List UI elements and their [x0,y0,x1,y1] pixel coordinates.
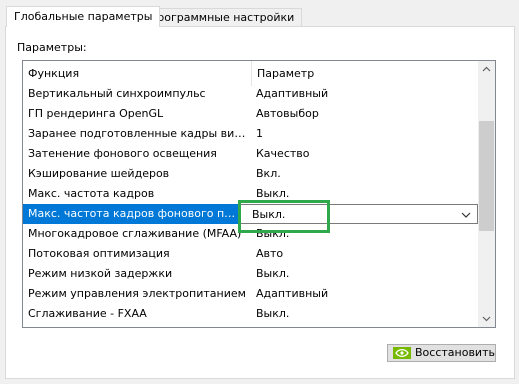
scroll-down-arrow-icon[interactable] [478,310,495,327]
row-value-label: Адаптивный [256,287,329,300]
table-row[interactable]: Режим низкой задержки Выкл. [23,264,479,284]
column-header-setting[interactable]: Параметр [251,61,479,86]
table-row[interactable]: Сглаживание - FXAA Выкл. [23,304,479,324]
row-feature-label: Многокадровое сглаживание (MFAA) [28,227,242,240]
row-feature-label: Режим низкой задержки [28,267,173,280]
tab-global-settings[interactable]: Глобальные параметры [6,6,161,27]
row-feature-label: Потоковая оптимизация [28,247,170,260]
row-value-label: Автовыбор [256,107,319,120]
column-header-feature[interactable]: Функция [23,61,251,86]
row-feature-label: Кэширование шейдеров [28,167,170,180]
row-feature-label: ГП рендеринга OpenGL [28,107,164,120]
row-feature-label: Режим управления электропитанием [28,287,246,300]
vertical-scrollbar[interactable] [478,61,495,327]
row-feature-label: Макс. частота кадров фонового прило… [23,204,238,224]
table-header: Функция Параметр [23,61,479,86]
scrollbar-thumb[interactable] [479,121,494,231]
row-value-label: Вкл. [256,167,281,180]
highlight-box [238,200,330,233]
row-value-label: Выкл. [256,307,290,320]
nvidia-logo-icon [393,347,411,359]
section-label: Параметры: [17,41,87,54]
row-feature-label: Макс. частота кадров [28,187,155,200]
table-row[interactable]: Затенение фонового освещения Качество [23,144,479,164]
table-row[interactable]: Сглаживание - гамма-коррекция Вкл. [23,324,479,327]
row-feature-label: Затенение фонового освещения [28,147,217,160]
tab-program-settings[interactable]: Программные настройки [141,8,303,27]
row-value-label: Адаптивный [256,87,329,100]
row-value-label: Выкл. [256,267,290,280]
row-feature-label: Вертикальный синхроимпульс [28,87,206,100]
table-row[interactable]: Заранее подготовленные кадры вирту… 1 [23,124,479,144]
row-value-label: Качество [256,147,310,160]
table-row[interactable]: Потоковая оптимизация Авто [23,244,479,264]
table-row[interactable]: ГП рендеринга OpenGL Автовыбор [23,104,479,124]
restore-button-label: Восстановить [415,346,495,359]
settings-table: Функция Параметр Вертикальный синхроимпу… [22,60,496,328]
row-feature-label: Сглаживание - FXAA [28,307,147,320]
row-value-label: 1 [256,127,263,140]
tab-strip: Глобальные параметры Программные настрой… [0,0,519,27]
table-row[interactable]: Вертикальный синхроимпульс Адаптивный [23,84,479,104]
chevron-down-icon[interactable] [461,205,471,225]
row-feature-label: Заранее подготовленные кадры вирту… [28,127,246,140]
row-feature-label: Сглаживание - гамма-коррекция [28,324,246,327]
restore-button[interactable]: Восстановить [387,344,496,362]
row-value-label: Вкл. [256,324,456,327]
scroll-up-arrow-icon[interactable] [478,61,495,78]
table-row[interactable]: Кэширование шейдеров Вкл. [23,164,479,184]
table-row[interactable]: Режим управления электропитанием Адаптивн… [23,284,479,304]
row-value-label: Авто [256,247,284,260]
